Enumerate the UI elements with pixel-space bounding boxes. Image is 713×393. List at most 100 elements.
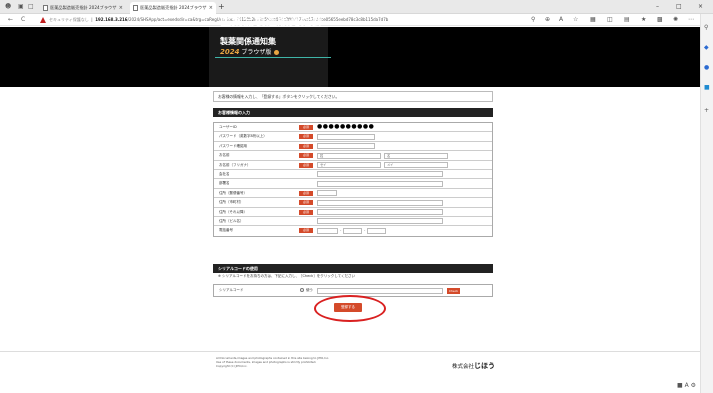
first-name-kana-input[interactable]: メイ	[384, 162, 448, 169]
company-name: じほう	[474, 362, 496, 370]
workspaces-icon[interactable]: ▣	[18, 3, 24, 11]
field-label: 住所（ビル名）	[219, 218, 244, 223]
check-button[interactable]: Check	[447, 288, 460, 294]
security-status: セキュリティ保護なし	[49, 17, 89, 22]
copilot-icon[interactable]: ✺	[673, 16, 678, 24]
field-label: パスワード（英数字8桁以上）	[219, 134, 267, 139]
address-input[interactable]	[317, 209, 443, 216]
postal-code-input[interactable]	[317, 190, 337, 197]
maximize-button[interactable]: □	[676, 0, 682, 14]
collections-icon[interactable]: ▤	[624, 16, 630, 24]
instruction-notice: お客様の情報を入力し、「登録する」ボタンをクリックしてください。	[213, 91, 493, 102]
url-field[interactable]: セキュリティ保護なし | 192.168.3.216/2024/SHSApp/a…	[49, 14, 388, 26]
password-input[interactable]	[317, 133, 375, 140]
split-icon[interactable]: ◫	[607, 16, 613, 24]
outlook-icon[interactable]: ■	[704, 84, 710, 91]
field-label: 電話番号	[219, 228, 233, 233]
site-title: 医薬品製造販売指針	[220, 15, 324, 28]
tools-icon[interactable]: ●	[704, 64, 709, 71]
page-icon	[133, 5, 138, 11]
system-tray: ■ A ⚙	[677, 382, 696, 389]
required-badge: 必須	[299, 228, 313, 234]
required-badge: 必須	[299, 162, 313, 168]
form-row-password: パスワード（英数字8桁以上） 必須	[214, 132, 492, 142]
tab-collection-icon[interactable]: ▩	[657, 16, 663, 24]
search-icon[interactable]: ⚲	[704, 24, 708, 31]
company-logo: 株式会社じほう	[452, 361, 495, 371]
keyboard-icon[interactable]: A	[685, 382, 689, 389]
form-row-name: お名前 必須 姓 名	[214, 151, 492, 161]
browser-tab-bar: ☻ ▣ □ 医薬品製造販売指針 2024ブラウザ × 医薬品製造販売指針 202…	[0, 0, 713, 14]
required-badge: 必須	[299, 134, 313, 140]
field-label: お名前（フリガナ）	[219, 162, 251, 167]
phone-part2-input[interactable]	[343, 227, 362, 234]
last-name-kana-input[interactable]: セイ	[317, 162, 381, 169]
form-row-city: 住所（市町村） 必須	[214, 198, 492, 208]
browser-tab-1[interactable]: 医薬品製造販売指針 2024ブラウザ ×	[40, 2, 126, 14]
section-heading: シリアルコードの使用	[213, 264, 493, 273]
highlight-annotation	[314, 295, 386, 322]
warning-icon[interactable]	[40, 17, 46, 23]
form-row-address: 住所（それ以降） 必須	[214, 208, 492, 217]
company-prefix: 株式会社	[452, 364, 475, 370]
form-row-user-id: ユーザーID 必須 ●●●●●●●●●●	[214, 123, 492, 133]
required-badge: 必須	[299, 209, 313, 215]
browser-tab-2[interactable]: 医薬品製造販売指針 2024ブラウザ ×	[130, 2, 216, 14]
use-serial-radio[interactable]	[300, 288, 304, 292]
settings-icon[interactable]: ⚙	[691, 382, 696, 389]
site-header	[0, 27, 700, 87]
new-tab-button[interactable]: +	[218, 0, 225, 13]
edition-year: 2024	[220, 48, 240, 56]
serial-code-input[interactable]	[317, 288, 443, 294]
building-input[interactable]	[317, 218, 443, 225]
phone-separator: -	[340, 228, 342, 233]
phone-separator: -	[364, 228, 366, 233]
extension-icon[interactable]: ▦	[590, 16, 596, 24]
favorite-icon[interactable]: ☆	[573, 16, 578, 24]
zoom-icon[interactable]: ⊕	[545, 16, 550, 24]
department-input[interactable]	[317, 180, 443, 187]
field-label: お名前	[219, 153, 230, 158]
radio-label: 使う	[306, 288, 313, 292]
user-id-value[interactable]: ●●●●●●●●●●	[317, 123, 374, 131]
phone-part3-input[interactable]	[367, 227, 386, 234]
serial-instruction: ※ シリアルコードをお持ちの方は、下記に入力し、［Check］をクリックしてくだ…	[218, 274, 355, 278]
required-badge: 必須	[299, 125, 313, 130]
first-name-input[interactable]: 名	[384, 152, 448, 159]
field-label: 会社名	[219, 171, 230, 176]
field-label: ユーザーID	[219, 125, 237, 129]
form-row-postal: 住所（郵便番号） 必須	[214, 189, 492, 199]
field-label: シリアルコード	[219, 288, 244, 292]
minimize-button[interactable]: –	[656, 0, 659, 14]
company-input[interactable]	[317, 171, 443, 178]
refresh-button[interactable]: C	[21, 14, 25, 26]
shopping-icon[interactable]: ◆	[704, 44, 709, 51]
site-subtitle: 製薬関係通知集	[220, 37, 276, 46]
form-row-company: 会社名	[214, 170, 492, 180]
profile-avatar-icon[interactable]: ☻	[5, 3, 11, 11]
city-input[interactable]	[317, 199, 443, 206]
read-aloud-icon[interactable]: A	[559, 16, 563, 24]
phone-part1-input[interactable]	[317, 227, 338, 234]
more-icon[interactable]: ⋯	[688, 16, 694, 24]
close-tab-icon[interactable]: ×	[119, 2, 123, 14]
field-label: 住所（郵便番号）	[219, 190, 247, 195]
search-icon[interactable]: ⚲	[531, 16, 535, 24]
add-icon[interactable]: +	[704, 107, 709, 114]
form-row-department: 部署名	[214, 179, 492, 189]
last-name-input[interactable]: 姓	[317, 152, 381, 159]
required-badge: 必須	[299, 200, 313, 206]
close-tab-icon[interactable]: ×	[209, 2, 213, 14]
close-window-button[interactable]: ×	[698, 0, 703, 14]
edition-label: ブラウザ版	[241, 49, 272, 56]
tab-actions-icon[interactable]: □	[28, 3, 34, 11]
divider-line	[215, 57, 331, 58]
back-button[interactable]: ←	[8, 14, 13, 26]
edition-badge-icon	[274, 50, 280, 55]
required-badge: 必須	[299, 153, 313, 159]
favorites-bar-icon[interactable]: ★	[641, 16, 646, 24]
password-confirm-input[interactable]	[317, 143, 375, 150]
footer-divider	[0, 351, 700, 352]
tray-icon[interactable]: ■	[677, 382, 683, 389]
field-label: 部署名	[219, 181, 230, 186]
